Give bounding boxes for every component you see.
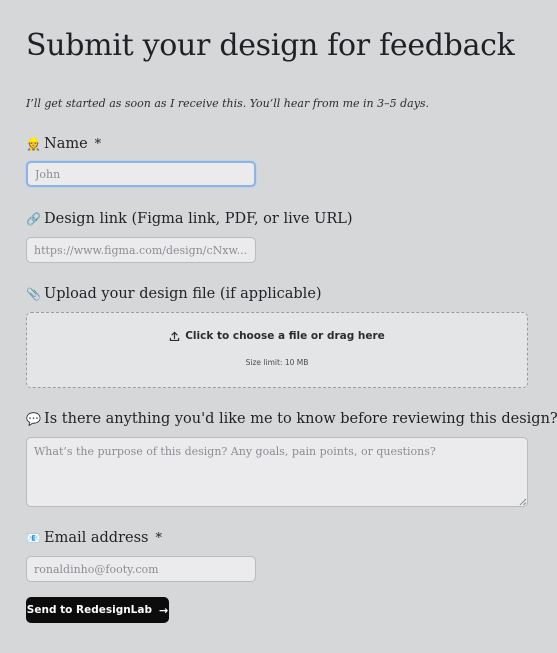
email-label: 📧 Email address * (26, 530, 162, 546)
design-link-label-text: Design link (Figma link, PDF, or live UR… (44, 211, 353, 227)
arrow-right-icon: → (158, 603, 169, 617)
name-label: 👷 Name * (26, 136, 101, 152)
required-marker: * (94, 136, 102, 152)
name-input[interactable] (26, 161, 256, 187)
upload-label: 📎 Upload your design file (if applicable… (26, 286, 322, 302)
resize-grip-icon[interactable] (518, 497, 527, 506)
upload-icon (169, 331, 180, 341)
design-link-label: 🔗 Design link (Figma link, PDF, or live … (26, 211, 353, 227)
notes-textarea[interactable] (26, 437, 528, 507)
email-label-text: Email address (44, 530, 149, 546)
name-label-text: Name (44, 136, 88, 152)
upload-label-text: Upload your design file (if applicable) (44, 286, 322, 302)
send-button-label: Send to RedesignLab (26, 604, 152, 616)
design-link-input[interactable] (26, 237, 256, 263)
page-title: Submit your design for feedback (26, 28, 515, 63)
notes-label: 💬 Is there anything you'd like me to kno… (26, 411, 557, 427)
file-dropzone[interactable]: Click to choose a file or drag here Size… (26, 312, 528, 388)
dropzone-prompt-text: Click to choose a file or drag here (185, 330, 385, 342)
email-input[interactable] (26, 556, 256, 582)
paperclip-emoji-icon: 📎 (26, 287, 41, 301)
required-marker: * (155, 530, 162, 546)
page-subtitle: I’ll get started as soon as I receive th… (26, 97, 430, 110)
feedback-form-page: Submit your design for feedback I’ll get… (0, 0, 557, 653)
link-emoji-icon: 🔗 (26, 212, 41, 226)
dropzone-prompt: Click to choose a file or drag here (169, 330, 385, 342)
size-limit-text: Size limit: 10 MB (245, 358, 309, 367)
notes-label-text: Is there anything you'd like me to know … (44, 411, 557, 427)
email-emoji-icon: 📧 (26, 531, 41, 545)
speech-bubble-emoji-icon: 💬 (26, 412, 41, 426)
send-button[interactable]: Send to RedesignLab → (26, 597, 169, 623)
worker-emoji-icon: 👷 (26, 137, 41, 151)
